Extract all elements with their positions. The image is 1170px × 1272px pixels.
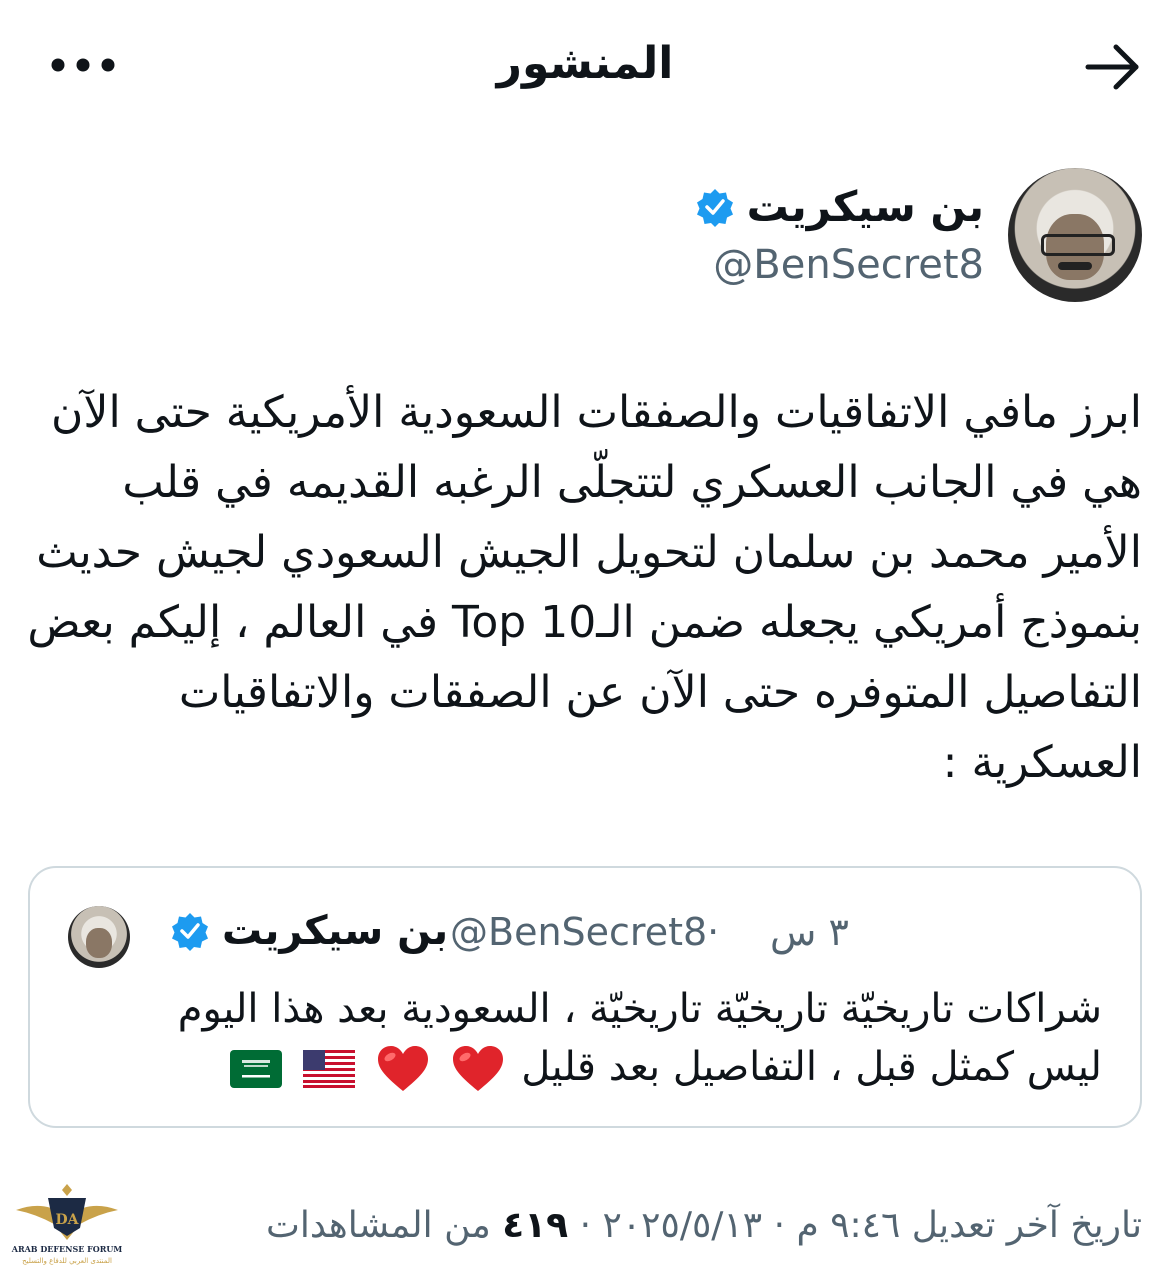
more-horizontal-icon[interactable]: [50, 50, 116, 80]
quoted-line-2: ليس كمثل قبل ، التفاصيل بعد قليل: [82, 1038, 1102, 1096]
quoted-author-name: بن سيكريت: [222, 908, 449, 954]
verified-badge-icon: [172, 913, 208, 951]
svg-text:ARAB DEFENSE FORUM: ARAB DEFENSE FORUM: [11, 1244, 123, 1254]
verified-badge-icon: [696, 188, 733, 227]
quoted-handle: @BenSecret8·: [450, 910, 720, 954]
saudi-flag-icon: [230, 1050, 283, 1088]
author-handle[interactable]: @BenSecret8: [713, 242, 984, 288]
tweet-time: ٩:٤٦ م: [796, 1205, 901, 1246]
quoted-author-row: بن سيكريت: [170, 908, 448, 954]
author-name-row[interactable]: بن سيكريت: [695, 182, 984, 231]
svg-text:المنتدى العربي للدفاع والتسليح: المنتدى العربي للدفاع والتسليح: [22, 1257, 112, 1265]
quoted-tweet-card[interactable]: بن سيكريت @BenSecret8· ٣ س شراكات تاريخي…: [28, 866, 1142, 1128]
author-block[interactable]: بن سيكريت @BenSecret8: [142, 168, 1142, 303]
views-label: من المشاهدات: [265, 1205, 491, 1246]
edited-label[interactable]: تاريخ آخر تعديل: [912, 1205, 1142, 1246]
us-flag-icon: [303, 1050, 356, 1088]
red-heart-icon: [377, 1046, 428, 1091]
tweet-meta: تاريخ آخر تعديل ٩:٤٦ م · ٢٠٢٥/٥/١٣ · ٤١٩…: [265, 1205, 1142, 1246]
arab-defense-forum-logo: DA ARAB DEFENSE FORUM المنتدى العربي للد…: [11, 1184, 123, 1265]
quoted-timestamp: ٣ س: [770, 910, 849, 954]
author-name[interactable]: بن سيكريت: [747, 182, 984, 231]
top-bar: المنشور: [0, 0, 1170, 135]
red-heart-icon: [452, 1046, 503, 1091]
page-title: المنشور: [496, 38, 674, 89]
tweet-body: ابرز مافي الاتفاقيات والصفقات السعودية ا…: [27, 387, 1142, 788]
svg-text:DA: DA: [55, 1212, 79, 1228]
tweet-date: ٢٠٢٥/٥/١٣: [602, 1205, 763, 1246]
quoted-text: شراكات تاريخيّة تاريخيّة تاريخيّة ، السع…: [82, 980, 1102, 1096]
quoted-line-1: شراكات تاريخيّة تاريخيّة تاريخيّة ، السع…: [177, 986, 1102, 1032]
quoted-avatar[interactable]: [68, 906, 130, 968]
views-count: ٤١٩: [502, 1205, 569, 1246]
avatar[interactable]: [1008, 168, 1142, 302]
